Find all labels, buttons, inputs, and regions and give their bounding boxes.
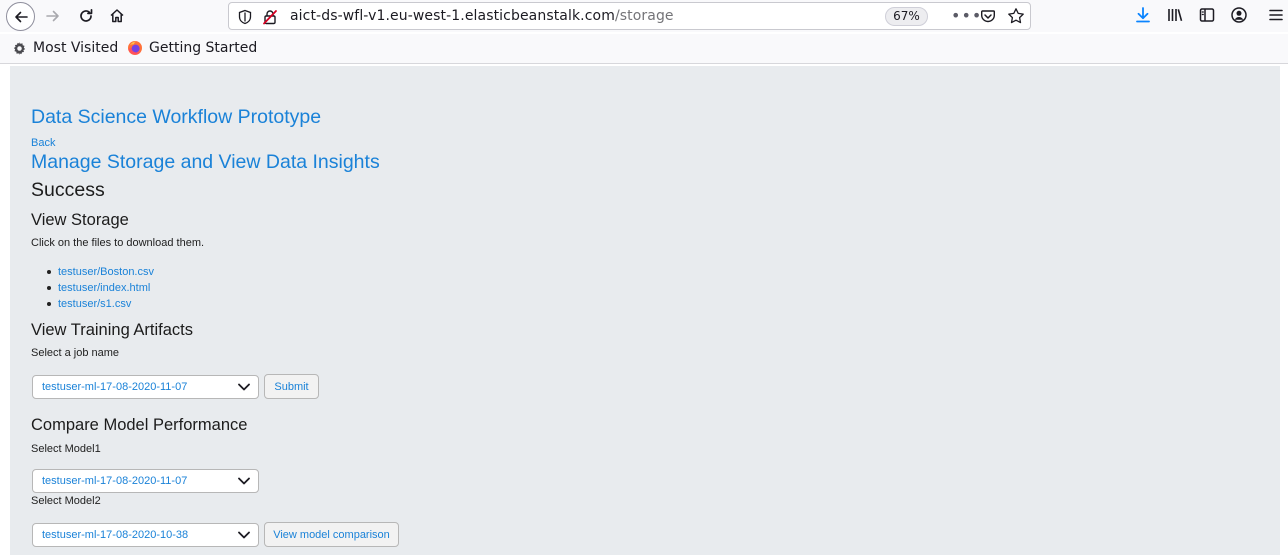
model2-select-value: testuser-ml-17-08-2020-10-38 [42, 529, 189, 541]
browser-toolbar: aict-ds-wfl-v1.eu-west-1.elasticbeanstal… [0, 0, 1288, 32]
home-icon [110, 9, 124, 23]
menu-icon[interactable] [1268, 7, 1284, 27]
library-icon[interactable] [1166, 6, 1184, 28]
tracking-shield-icon[interactable] [238, 9, 252, 29]
insecure-lock-icon[interactable] [262, 9, 278, 29]
bookmarks-bar: Most Visited Getting Started [0, 34, 1288, 64]
gear-icon [13, 41, 26, 55]
page-heading: Manage Storage and View Data Insights [31, 151, 380, 173]
submit-button[interactable]: Submit [264, 374, 319, 399]
reload-icon [80, 8, 93, 22]
storage-heading: View Storage [31, 211, 129, 229]
bookmark-getting-started[interactable]: Getting Started [127, 40, 257, 56]
forward-button[interactable] [40, 3, 66, 29]
view-model-comparison-button[interactable]: View model comparison [264, 522, 399, 547]
model2-label: Select Model2 [31, 495, 101, 507]
storage-hint: Click on the files to download them. [31, 237, 205, 249]
compare-heading: Compare Model Performance [31, 416, 248, 434]
chevron-down-icon [238, 531, 250, 539]
page-actions-more-icon[interactable]: ••• [951, 6, 982, 25]
arrow-left-icon [14, 11, 28, 22]
model1-label: Select Model1 [31, 443, 101, 455]
model2-select[interactable]: testuser-ml-17-08-2020-10-38 [32, 523, 259, 547]
file-list: testuser/Boston.csv testuser/index.html … [47, 264, 154, 312]
url-path: /storage [614, 8, 674, 24]
bookmark-star-icon[interactable] [1007, 7, 1025, 29]
app-title-link[interactable]: Data Science Workflow Prototype [31, 106, 321, 129]
back-button[interactable] [6, 2, 35, 31]
job-name-select-value: testuser-ml-17-08-2020-11-07 [42, 381, 188, 393]
model1-select[interactable]: testuser-ml-17-08-2020-11-07 [32, 469, 259, 493]
url-host: aict-ds-wfl-v1.eu-west-1.elasticbeanstal… [290, 8, 615, 24]
url-bar[interactable]: aict-ds-wfl-v1.eu-west-1.elasticbeanstal… [228, 2, 1031, 30]
sidebar-icon[interactable] [1198, 6, 1216, 28]
file-link[interactable]: testuser/Boston.csv [47, 264, 154, 280]
file-link[interactable]: testuser/index.html [47, 280, 154, 296]
job-name-select[interactable]: testuser-ml-17-08-2020-11-07 [32, 375, 259, 399]
file-link[interactable]: testuser/s1.csv [47, 296, 154, 312]
bookmark-label: Most Visited [33, 40, 119, 56]
account-icon[interactable] [1230, 6, 1248, 28]
page-content: Data Science Workflow Prototype Back Man… [10, 66, 1280, 555]
firefox-icon [128, 41, 142, 55]
reload-button[interactable] [73, 3, 99, 29]
arrow-right-icon [46, 10, 59, 22]
status-message: Success [31, 179, 105, 201]
chevron-down-icon [238, 383, 250, 391]
job-name-label: Select a job name [31, 347, 120, 359]
bookmark-most-visited[interactable]: Most Visited [12, 40, 118, 56]
zoom-level-badge[interactable]: 67% [885, 7, 928, 26]
back-link[interactable]: Back [31, 137, 55, 149]
training-heading: View Training Artifacts [31, 321, 194, 339]
bookmark-label: Getting Started [149, 40, 258, 56]
chevron-down-icon [238, 477, 250, 485]
page-gutter [1280, 66, 1288, 555]
home-button[interactable] [104, 3, 130, 29]
url-text[interactable]: aict-ds-wfl-v1.eu-west-1.elasticbeanstal… [290, 8, 674, 24]
downloads-icon[interactable] [1134, 6, 1152, 28]
pocket-icon[interactable] [980, 8, 996, 28]
model1-select-value: testuser-ml-17-08-2020-11-07 [42, 475, 188, 487]
